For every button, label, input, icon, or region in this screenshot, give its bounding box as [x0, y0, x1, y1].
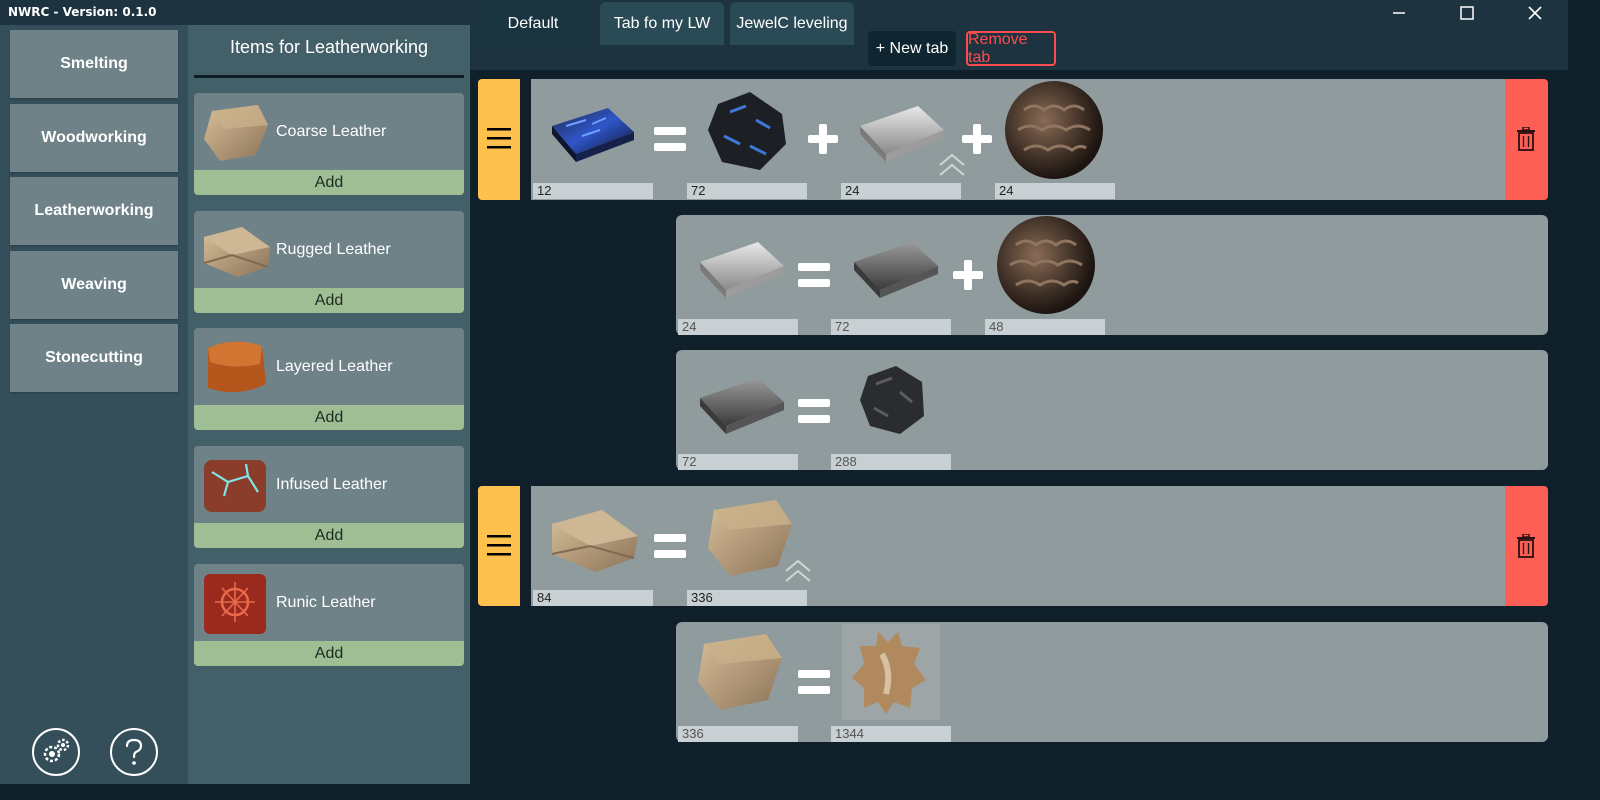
quantity-output[interactable]: 84	[533, 590, 653, 606]
chevron-up-icon[interactable]	[938, 152, 966, 178]
nav-leatherworking[interactable]: Leatherworking	[10, 177, 178, 245]
new-tab-button[interactable]: + New tab	[868, 31, 956, 66]
crafting-nav: Smelting Woodworking Leatherworking Weav…	[0, 25, 188, 784]
hamburger-icon	[487, 535, 511, 556]
rawhide-image	[842, 624, 940, 720]
item-card-layered-leather: Layered Leather Add	[194, 328, 464, 430]
item-card-rugged-leather: Rugged Leather Add	[194, 211, 464, 313]
close-button[interactable]	[1512, 0, 1558, 25]
equals-icon	[798, 670, 830, 694]
item-name: Coarse Leather	[276, 123, 387, 140]
obsidian-flux-image	[997, 216, 1095, 314]
equals-icon	[654, 127, 686, 151]
item-card-runic-leather: Runic Leather Add	[194, 564, 464, 666]
coarse-leather-image	[708, 500, 792, 576]
add-infused-leather-button[interactable]: Add	[194, 523, 464, 548]
item-name: Rugged Leather	[276, 241, 391, 258]
quantity-output[interactable]: 12	[533, 183, 653, 199]
drag-handle[interactable]	[478, 79, 520, 200]
quantity-input[interactable]: 72	[687, 183, 807, 199]
add-coarse-leather-button[interactable]: Add	[194, 170, 464, 195]
quantity-output[interactable]: 336	[678, 726, 798, 742]
starmetal-ingot-image	[854, 242, 938, 298]
plus-icon	[962, 124, 992, 154]
chevron-up-icon[interactable]	[784, 558, 812, 584]
tab-jewelc-leveling[interactable]: JewelC leveling	[730, 2, 854, 45]
minimize-button[interactable]	[1376, 0, 1422, 25]
question-icon	[125, 738, 143, 765]
items-panel-divider	[194, 75, 464, 78]
equals-icon	[798, 399, 830, 423]
item-card-coarse-leather: Coarse Leather Add	[194, 93, 464, 195]
quantity-input[interactable]: 288	[831, 454, 951, 470]
quantity-input[interactable]: 24	[995, 183, 1115, 199]
settings-button[interactable]	[32, 728, 80, 776]
asmodeum-ingot-image	[700, 242, 784, 298]
quantity-input[interactable]: 1344	[831, 726, 951, 742]
nav-weaving[interactable]: Weaving	[10, 251, 178, 319]
help-button[interactable]	[110, 728, 158, 776]
starmetal-ingot-image	[700, 378, 784, 434]
item-name: Runic Leather	[276, 594, 376, 611]
add-rugged-leather-button[interactable]: Add	[194, 288, 464, 313]
equals-icon	[654, 534, 686, 558]
layered-leather-icon	[208, 341, 266, 393]
quantity-input[interactable]: 48	[985, 319, 1105, 335]
rugged-leather-icon	[203, 227, 270, 277]
maximize-button[interactable]	[1444, 0, 1490, 25]
delete-recipe-button[interactable]	[1505, 79, 1548, 200]
quantity-input[interactable]: 72	[831, 319, 951, 335]
item-name: Layered Leather	[276, 358, 393, 375]
plus-icon	[953, 260, 983, 290]
items-panel: Items for Leatherworking Coarse Leather …	[188, 25, 470, 784]
nav-smelting[interactable]: Smelting	[10, 30, 178, 98]
runic-leather-icon	[204, 574, 266, 634]
quantity-input[interactable]: 24	[841, 183, 961, 199]
remove-tab-button[interactable]: Remove tab	[966, 31, 1056, 66]
items-panel-title: Items for Leatherworking	[229, 37, 429, 57]
starmetal-ore-image	[860, 366, 924, 434]
tab-default[interactable]: Default	[475, 2, 591, 45]
tab-my-lw[interactable]: Tab fo my LW	[600, 2, 724, 45]
nav-woodworking[interactable]: Woodworking	[10, 104, 178, 172]
orichalcum-ore-image	[708, 92, 786, 170]
coarse-leather-image	[698, 634, 782, 710]
drag-handle[interactable]	[478, 486, 520, 606]
delete-recipe-button[interactable]	[1505, 486, 1548, 606]
quantity-input[interactable]: 336	[687, 590, 807, 606]
add-layered-leather-button[interactable]: Add	[194, 405, 464, 430]
equals-icon	[798, 263, 830, 287]
infused-leather-icon	[204, 460, 266, 512]
gears-icon	[43, 738, 70, 763]
item-card-infused-leather: Infused Leather Add	[194, 446, 464, 548]
nav-stonecutting[interactable]: Stonecutting	[10, 324, 178, 392]
quantity-output[interactable]: 72	[678, 454, 798, 470]
orichalcum-ingot-image	[552, 108, 634, 162]
plus-icon	[808, 124, 838, 154]
item-name: Infused Leather	[276, 476, 388, 493]
asmodeum-ingot-image	[860, 106, 944, 162]
rugged-leather-image	[551, 510, 638, 572]
coarse-leather-icon	[204, 105, 268, 161]
add-runic-leather-button[interactable]: Add	[194, 641, 464, 666]
quantity-output[interactable]: 24	[678, 319, 798, 335]
hamburger-icon	[487, 128, 511, 149]
trash-icon	[1517, 127, 1535, 151]
window-title: NWRC - Version: 0.1.0	[8, 5, 157, 19]
obsidian-flux-image	[1005, 81, 1103, 179]
trash-icon	[1517, 534, 1535, 558]
